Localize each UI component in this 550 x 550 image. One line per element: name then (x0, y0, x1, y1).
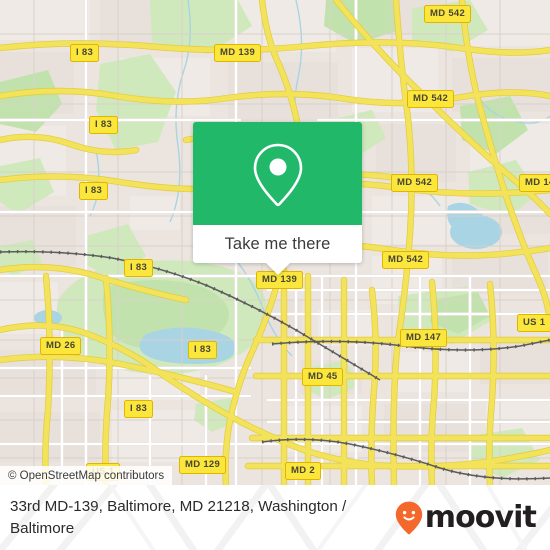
moovit-pin-icon (395, 501, 423, 535)
moovit-logo[interactable]: moovit (395, 501, 540, 535)
location-title: 33rd MD-139, Baltimore, MD 21218, Washin… (10, 497, 347, 537)
road-shield: I 83 (124, 259, 154, 277)
road-shield: MD 147 (400, 329, 448, 347)
popup-header (193, 122, 362, 225)
map-pin-icon (250, 141, 306, 207)
road-shield: US 1 (517, 314, 550, 332)
popup-footer[interactable]: Take me there (193, 225, 362, 275)
map-canvas[interactable]: .land { fill:#ece5df; } .block { fill:#f… (0, 0, 550, 485)
road-shield: MD 45 (302, 368, 344, 386)
footer-content: 33rd MD-139, Baltimore, MD 21218, Washin… (0, 485, 550, 550)
footer-bar: 33rd MD-139, Baltimore, MD 21218, Washin… (0, 485, 550, 550)
screenshot-root: .land { fill:#ece5df; } .block { fill:#f… (0, 0, 550, 550)
road-shield: MD 2 (285, 462, 321, 480)
road-shield: MD 14 (519, 174, 550, 192)
osm-attribution-text[interactable]: © OpenStreetMap contributors (8, 470, 164, 482)
road-shield: I 83 (89, 116, 119, 134)
take-me-there-button[interactable]: Take me there (225, 235, 331, 254)
road-shield: I 83 (188, 341, 218, 359)
location-popup[interactable]: Take me there (193, 122, 362, 275)
moovit-wordmark: moovit (424, 499, 537, 535)
road-shield: MD 542 (391, 174, 439, 192)
road-shield: MD 139 (214, 44, 262, 62)
popup-pointer-arrow (265, 263, 290, 275)
road-shield: MD 542 (407, 90, 455, 108)
road-shield: MD 542 (382, 251, 430, 269)
road-shield: I 83 (124, 400, 154, 418)
road-shield: I 83 (70, 44, 100, 62)
road-shield: MD 542 (424, 5, 472, 23)
road-shield: MD 26 (40, 337, 82, 355)
road-shield: MD 129 (179, 456, 227, 474)
map-attribution-bar: © OpenStreetMap contributors (0, 466, 173, 485)
road-shield: I 83 (79, 182, 109, 200)
